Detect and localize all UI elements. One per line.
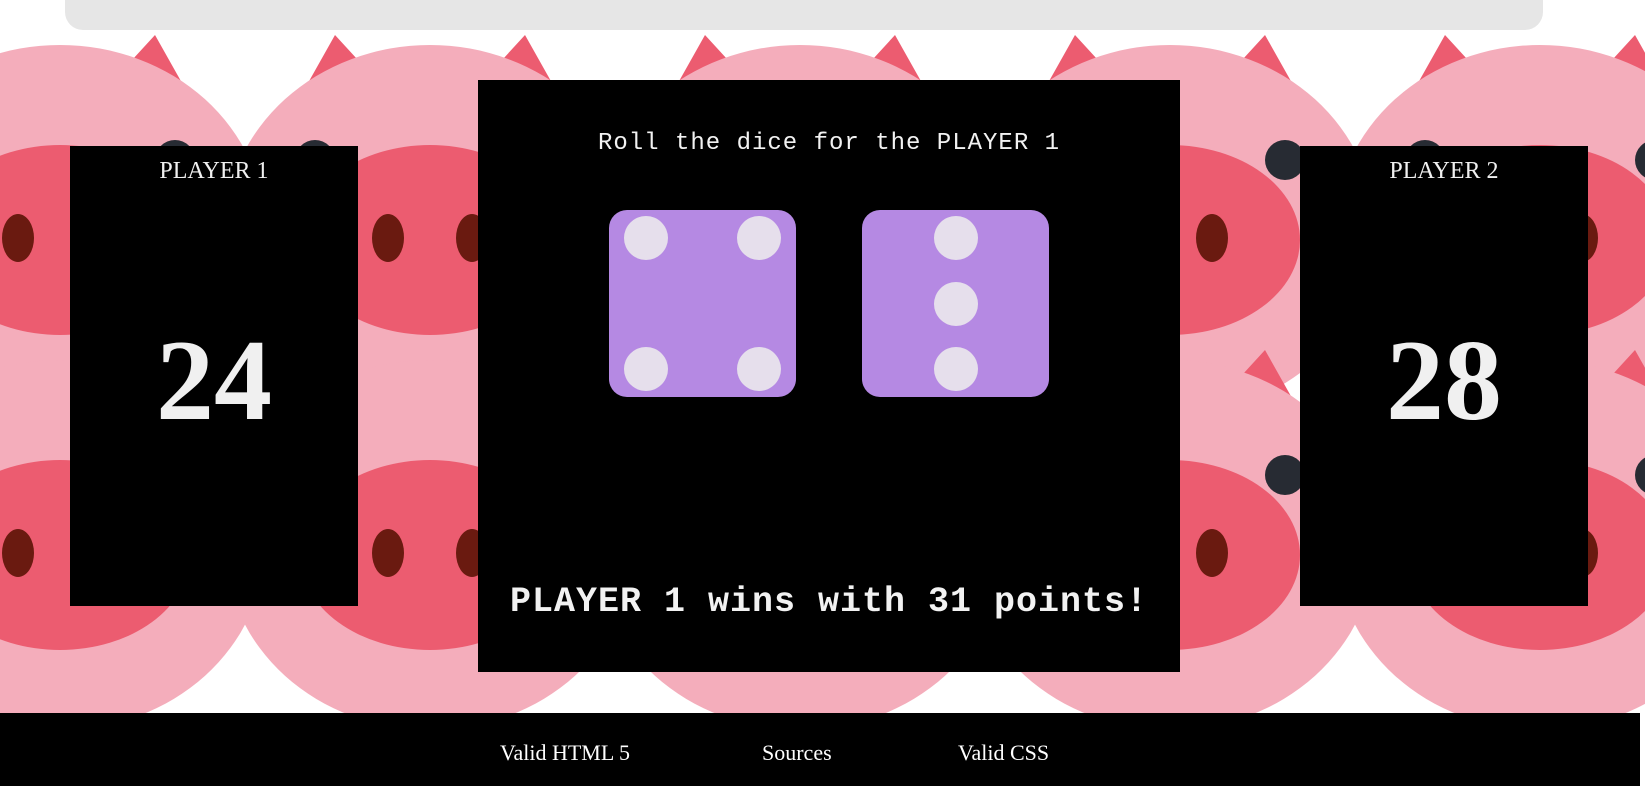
valid-html-link[interactable]: Valid HTML 5	[500, 740, 630, 766]
player-2-panel: PLAYER 2 28	[1300, 146, 1588, 606]
player-1-panel: PLAYER 1 24	[70, 146, 358, 606]
die-pip	[933, 281, 978, 326]
valid-css-link[interactable]: Valid CSS	[958, 740, 1049, 766]
player-2-name: PLAYER 2	[1389, 158, 1499, 184]
player-1-name: PLAYER 1	[159, 158, 269, 184]
die-1-button[interactable]	[609, 210, 796, 397]
die-pip	[736, 216, 781, 261]
roll-prompt: Roll the dice for the PLAYER 1	[597, 130, 1061, 157]
die-pip	[933, 346, 978, 391]
result-message: PLAYER 1 wins with 31 points!	[509, 582, 1149, 622]
game-board: Roll the dice for the PLAYER 1 PLAYER 1 …	[478, 80, 1180, 672]
player-2-score: 28	[1386, 317, 1502, 445]
header-bar	[65, 0, 1543, 30]
footer: Valid HTML 5 Sources Valid CSS	[0, 713, 1640, 786]
die-pip	[624, 216, 669, 261]
die-pip	[933, 216, 978, 261]
die-pip	[624, 346, 669, 391]
sources-link[interactable]: Sources	[762, 740, 832, 766]
die-2-button[interactable]	[862, 210, 1049, 397]
die-pip	[736, 346, 781, 391]
player-1-score: 24	[156, 317, 272, 445]
